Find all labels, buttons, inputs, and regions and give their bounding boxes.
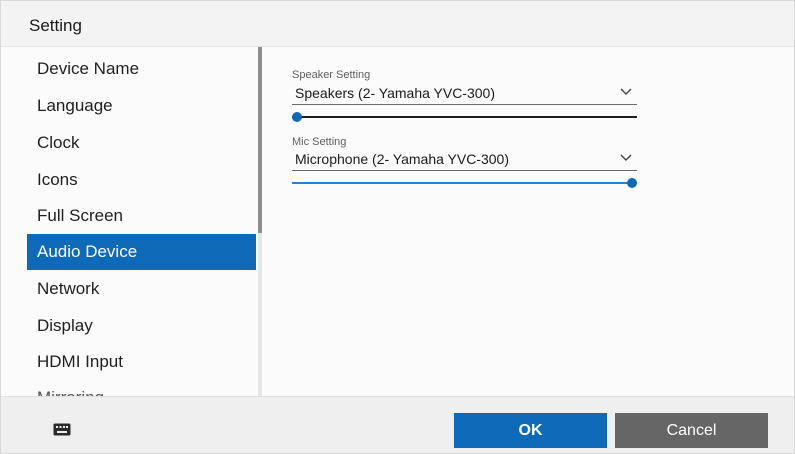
speaker-volume-knob[interactable]	[292, 112, 302, 122]
sidebar-item-clock[interactable]: Clock	[27, 125, 256, 161]
dialog-footer: OK Cancel	[1, 396, 794, 453]
sidebar-item-language[interactable]: Language	[27, 88, 256, 124]
mic-volume-knob[interactable]	[627, 178, 637, 188]
sidebar-item-mirroring[interactable]: Mirroring	[27, 380, 256, 396]
sidebar-item-hdmi-input[interactable]: HDMI Input	[27, 344, 256, 380]
sidebar-item-icons[interactable]: Icons	[27, 162, 256, 198]
sidebar-item-display[interactable]: Display	[27, 308, 256, 344]
sidebar-scrollbar[interactable]	[258, 47, 262, 396]
speaker-volume-slider[interactable]	[292, 111, 637, 123]
mic-select-value: Microphone (2- Yamaha YVC-300)	[295, 151, 509, 167]
sidebar-item-device-name[interactable]: Device Name	[27, 51, 256, 87]
mic-volume-slider[interactable]	[292, 177, 637, 189]
speaker-select-value: Speakers (2- Yamaha YVC-300)	[295, 85, 495, 101]
sidebar-item-full-screen[interactable]: Full Screen	[27, 198, 256, 234]
keyboard-icon[interactable]	[53, 423, 71, 436]
audio-device-panel: Speaker Setting Speakers (2- Yamaha YVC-…	[263, 47, 794, 396]
speaker-setting-label: Speaker Setting	[292, 69, 371, 81]
mic-volume-fill	[292, 182, 637, 184]
sidebar-item-network[interactable]: Network	[27, 271, 256, 307]
sidebar-scrollbar-thumb[interactable]	[258, 47, 262, 233]
cancel-button[interactable]: Cancel	[615, 413, 768, 448]
settings-sidebar: Device Name Language Clock Icons Full Sc…	[1, 47, 259, 396]
title-bar: Setting	[1, 1, 794, 47]
speaker-volume-track	[292, 116, 637, 118]
sidebar-item-audio-device[interactable]: Audio Device	[27, 234, 256, 270]
ok-button[interactable]: OK	[454, 413, 607, 448]
speaker-select[interactable]: Speakers (2- Yamaha YVC-300)	[292, 83, 637, 105]
window-title: Setting	[29, 16, 82, 35]
mic-select[interactable]: Microphone (2- Yamaha YVC-300)	[292, 149, 637, 171]
chevron-down-icon	[620, 88, 632, 95]
mic-setting-label: Mic Setting	[292, 136, 347, 148]
chevron-down-icon	[620, 154, 632, 161]
settings-window: Setting Device Name Language Clock Icons…	[0, 0, 795, 454]
